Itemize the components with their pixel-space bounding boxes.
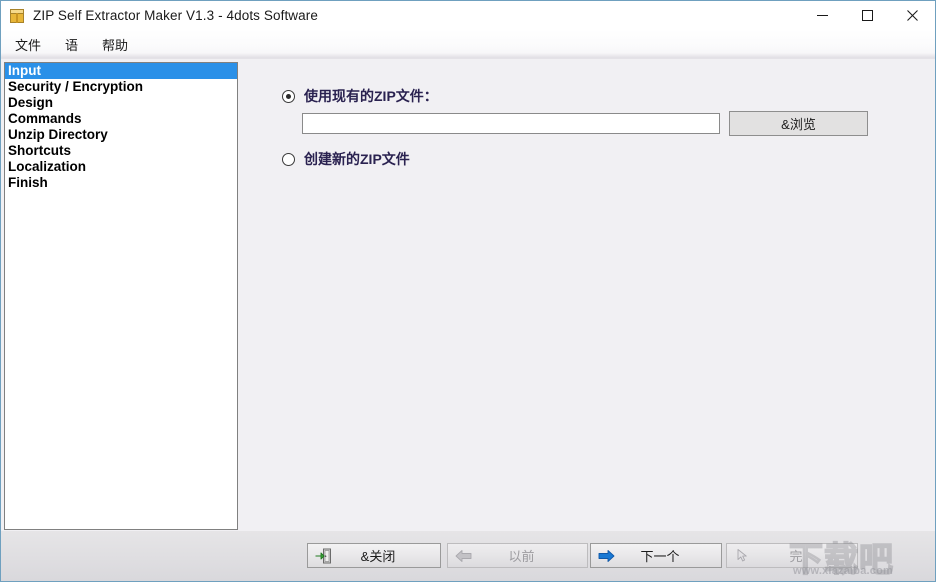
previous-button[interactable]: 以前 bbox=[447, 543, 588, 568]
close-button[interactable]: &关闭 bbox=[307, 543, 441, 568]
sidebar-item-localization[interactable]: Localization bbox=[5, 159, 237, 175]
radio-use-existing-zip-indicator[interactable] bbox=[282, 90, 295, 103]
next-button-label: 下一个 bbox=[617, 546, 721, 565]
minimize-icon[interactable] bbox=[800, 1, 845, 30]
radio-use-existing-zip[interactable]: 使用现有的ZIP文件： bbox=[282, 86, 438, 106]
application-window: ZIP Self Extractor Maker V1.3 - 4dots So… bbox=[0, 0, 936, 582]
cursor-arrow-icon bbox=[731, 548, 753, 563]
maximize-icon[interactable] bbox=[845, 1, 890, 30]
radio-use-existing-zip-label: 使用现有的ZIP文件： bbox=[304, 86, 438, 106]
sidebar-item-input[interactable]: Input bbox=[5, 63, 237, 79]
zip-path-input[interactable] bbox=[302, 113, 720, 134]
radio-create-new-zip-indicator[interactable] bbox=[282, 153, 295, 166]
title-bar: ZIP Self Extractor Maker V1.3 - 4dots So… bbox=[1, 1, 935, 30]
close-icon[interactable] bbox=[890, 1, 935, 30]
browse-button[interactable]: &浏览 bbox=[729, 111, 868, 136]
sidebar-item-finish[interactable]: Finish bbox=[5, 175, 237, 191]
radio-create-new-zip[interactable]: 创建新的ZIP文件 bbox=[282, 149, 410, 169]
footer-button-bar: &关闭 以前 下一个 bbox=[1, 531, 935, 581]
sidebar-item-shortcuts[interactable]: Shortcuts bbox=[5, 143, 237, 159]
arrow-right-icon bbox=[595, 549, 617, 563]
wizard-step-list[interactable]: Input Security / Encryption Design Comma… bbox=[4, 62, 238, 530]
sidebar-item-security-encryption[interactable]: Security / Encryption bbox=[5, 79, 237, 95]
body-area: Input Security / Encryption Design Comma… bbox=[1, 59, 935, 581]
window-controls bbox=[800, 1, 935, 30]
close-button-label: &关闭 bbox=[334, 546, 440, 565]
finish-button-label: 完 bbox=[753, 546, 857, 565]
next-button[interactable]: 下一个 bbox=[590, 543, 722, 568]
arrow-left-icon bbox=[452, 549, 474, 563]
finish-button[interactable]: 完 bbox=[726, 543, 858, 568]
sidebar-item-commands[interactable]: Commands bbox=[5, 111, 237, 127]
previous-button-label: 以前 bbox=[474, 546, 587, 565]
package-box-icon bbox=[9, 8, 25, 24]
radio-create-new-zip-label: 创建新的ZIP文件 bbox=[304, 149, 410, 169]
exit-door-icon bbox=[312, 548, 334, 564]
window-title: ZIP Self Extractor Maker V1.3 - 4dots So… bbox=[33, 8, 318, 23]
sidebar-item-unzip-directory[interactable]: Unzip Directory bbox=[5, 127, 237, 143]
main-content-panel: 使用现有的ZIP文件： &浏览 创建新的ZIP文件 bbox=[241, 59, 935, 581]
sidebar-item-design[interactable]: Design bbox=[5, 95, 237, 111]
